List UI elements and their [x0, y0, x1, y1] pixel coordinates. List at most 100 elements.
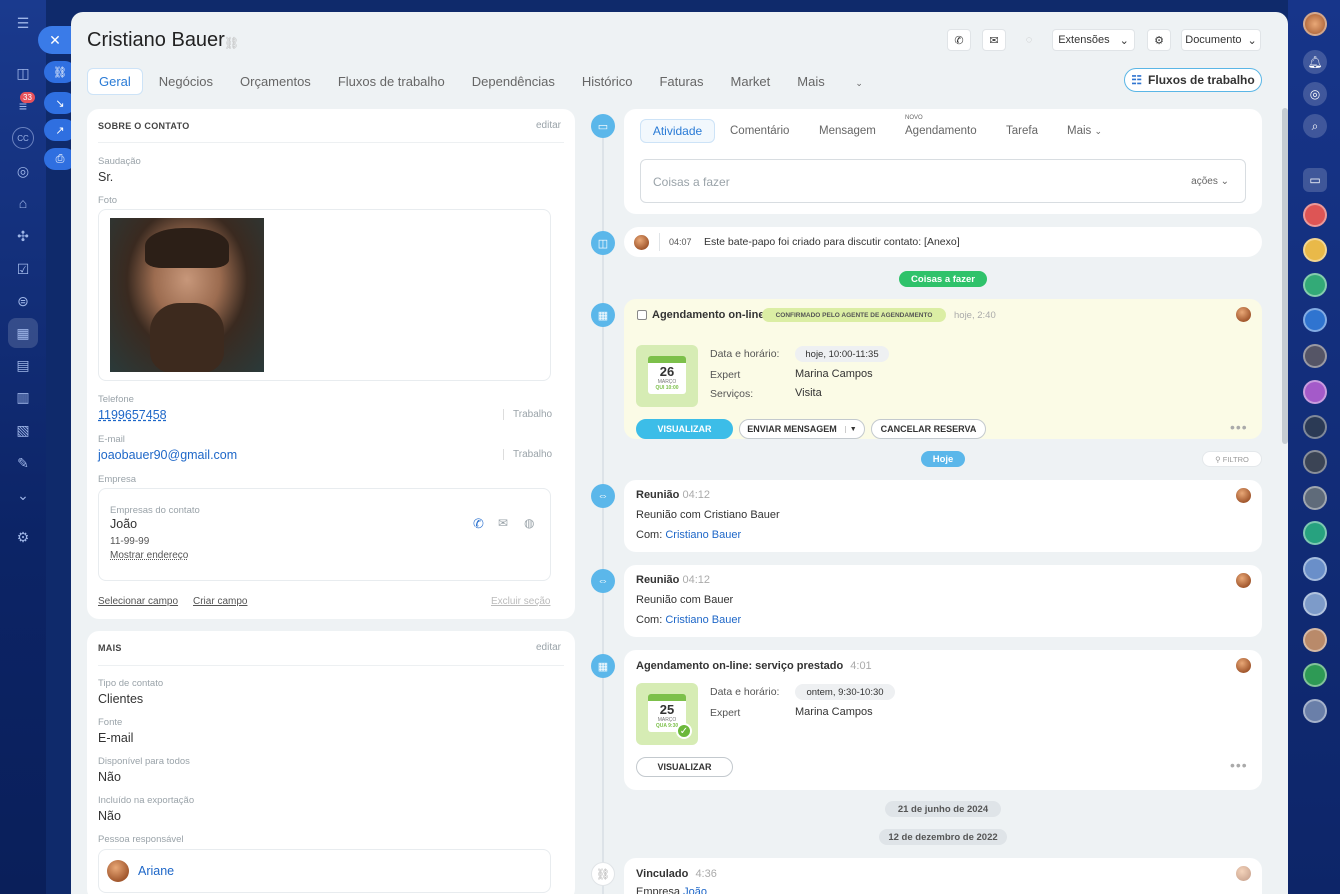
- gear-icon[interactable]: ⚙: [12, 526, 34, 548]
- chat-avatar[interactable]: [1303, 203, 1327, 227]
- show-address-link[interactable]: Mostrar endereço: [110, 550, 188, 561]
- chat-avatar[interactable]: [1303, 450, 1327, 474]
- close-button[interactable]: ✕: [38, 26, 72, 54]
- bell-icon[interactable]: 🔔︎: [1303, 50, 1327, 74]
- tab-more[interactable]: Mais ⌄: [1067, 125, 1102, 137]
- chat-avatar[interactable]: [1303, 663, 1327, 687]
- chart-icon[interactable]: ▥: [12, 386, 34, 408]
- chat-icon[interactable]: ◌: [1017, 29, 1041, 51]
- actions-dropdown[interactable]: ações ⌄: [1191, 176, 1229, 187]
- puzzle-icon[interactable]: ✣: [12, 225, 34, 247]
- avatar: [1236, 307, 1251, 322]
- chat-avatar[interactable]: [1303, 273, 1327, 297]
- store-icon[interactable]: ▤: [12, 354, 34, 376]
- cancel-booking-button[interactable]: CANCELAR RESERVA: [871, 419, 986, 439]
- chat-avatar[interactable]: [1303, 628, 1327, 652]
- contact-type-label: Tipo de contato: [98, 678, 164, 689]
- chat-avatar[interactable]: [1303, 486, 1327, 510]
- tab-message[interactable]: Mensagem: [819, 125, 876, 137]
- mail-icon[interactable]: ✉: [982, 29, 1006, 51]
- phone-value[interactable]: 1199657458: [98, 408, 167, 422]
- expert-link[interactable]: Marina Campos: [795, 368, 873, 380]
- chat-avatar[interactable]: [1303, 344, 1327, 368]
- create-field-link[interactable]: Criar campo: [193, 596, 247, 607]
- filter-button[interactable]: ⚲ FILTRO: [1202, 451, 1262, 467]
- todo-input[interactable]: Coisas a fazer ações ⌄: [640, 159, 1246, 203]
- tab-task[interactable]: Tarefa: [1006, 125, 1038, 137]
- company-name[interactable]: João: [110, 517, 137, 531]
- document-icon[interactable]: ▧: [12, 419, 34, 441]
- send-message-button[interactable]: ENVIAR MENSAGEM ▼: [739, 419, 865, 439]
- email-value[interactable]: joaobauer90@gmail.com: [98, 448, 237, 462]
- chat-avatar[interactable]: [1303, 238, 1327, 262]
- robot-icon[interactable]: ⊜: [12, 290, 34, 312]
- chat-avatar[interactable]: [1303, 415, 1327, 439]
- cart-icon[interactable]: ⌂: [12, 192, 34, 214]
- contact-photo[interactable]: [110, 218, 264, 372]
- tab-activity[interactable]: Atividade: [640, 119, 715, 143]
- tab-booking[interactable]: Agendamento: [905, 125, 977, 137]
- sign-icon[interactable]: ✎: [12, 452, 34, 474]
- more-icon[interactable]: •••: [1230, 757, 1248, 773]
- workflows-button[interactable]: ☷ Fluxos de trabalho: [1124, 68, 1262, 92]
- link-icon[interactable]: ⛓: [224, 36, 239, 50]
- extensions-dropdown[interactable]: Extensões ⌄: [1052, 29, 1135, 51]
- edit-link[interactable]: editar: [536, 642, 561, 653]
- phone-icon[interactable]: ✆: [947, 29, 971, 51]
- mail-icon[interactable]: ✉: [498, 516, 508, 530]
- export-value: Não: [98, 809, 121, 823]
- more-icon[interactable]: •••: [1230, 419, 1248, 435]
- right-sidebar: 🔔︎ ◎ ⌕ ▭: [1288, 0, 1340, 894]
- calendar-icon[interactable]: ▦: [8, 318, 38, 348]
- tab-dependencias[interactable]: Dependências: [472, 74, 555, 89]
- contacts-icon[interactable]: ▭: [1303, 168, 1327, 192]
- left-sidebar: ☰ ◫ ≡ 33 CC ◎ ⌂ ✣ ☑ ⊜ ▦ ▤ ▥ ▧ ✎ ⌄ ⚙: [0, 0, 46, 894]
- tab-market[interactable]: Market: [731, 74, 771, 89]
- chat-icon[interactable]: ◍: [524, 516, 534, 530]
- menu-icon[interactable]: ☰: [12, 12, 34, 34]
- with-link[interactable]: Cristiano Bauer: [665, 529, 741, 541]
- tab-comment[interactable]: Comentário: [730, 125, 789, 137]
- chat-time: 04:07: [669, 237, 692, 247]
- target-icon[interactable]: ◎: [12, 160, 34, 182]
- meeting-link[interactable]: Reunião com Bauer: [636, 594, 733, 606]
- company-link[interactable]: João: [683, 886, 707, 894]
- chat-avatar[interactable]: [1303, 521, 1327, 545]
- chat-avatar[interactable]: [1303, 592, 1327, 616]
- target-icon[interactable]: ◎: [1303, 82, 1327, 106]
- tasks-icon[interactable]: ☑: [12, 258, 34, 280]
- avatar[interactable]: CC: [12, 127, 34, 149]
- with-link[interactable]: Cristiano Bauer: [665, 614, 741, 626]
- user-avatar[interactable]: [1303, 12, 1327, 36]
- tab-historico[interactable]: Histórico: [582, 74, 633, 89]
- tab-fluxos[interactable]: Fluxos de trabalho: [338, 74, 445, 89]
- chat-avatar[interactable]: [1303, 308, 1327, 332]
- gear-icon[interactable]: ⚙: [1147, 29, 1171, 51]
- tab-orcamentos[interactable]: Orçamentos: [240, 74, 311, 89]
- delete-section-link[interactable]: Excluir seção: [491, 596, 550, 607]
- scrollbar[interactable]: [1282, 108, 1288, 444]
- chevron-down-icon[interactable]: ⌄: [12, 484, 34, 506]
- date-value: ontem, 9:30-10:30: [795, 684, 895, 700]
- chat-avatar[interactable]: [1303, 380, 1327, 404]
- document-dropdown[interactable]: Documento ⌄: [1181, 29, 1261, 51]
- tab-mais[interactable]: Mais ⌄: [797, 74, 890, 89]
- edit-link[interactable]: editar: [536, 120, 561, 131]
- task-checkbox[interactable]: [637, 310, 647, 320]
- select-field-link[interactable]: Selecionar campo: [98, 596, 178, 607]
- view-button[interactable]: VISUALIZAR: [636, 419, 733, 439]
- expert-link[interactable]: Marina Campos: [795, 706, 873, 718]
- tab-geral[interactable]: Geral: [87, 68, 143, 95]
- view-button[interactable]: VISUALIZAR: [636, 757, 733, 777]
- phone-icon[interactable]: ✆: [473, 516, 484, 532]
- responsible-name[interactable]: Ariane: [138, 864, 174, 878]
- chat-avatar[interactable]: [1303, 699, 1327, 723]
- services-link[interactable]: Visita: [795, 387, 822, 399]
- search-chat-icon[interactable]: ⌕: [1303, 114, 1327, 138]
- company-label: Empresa: [636, 886, 681, 894]
- chat-avatar[interactable]: [1303, 557, 1327, 581]
- tab-negocios[interactable]: Negócios: [159, 74, 213, 89]
- tab-faturas[interactable]: Faturas: [659, 74, 703, 89]
- chat-icon[interactable]: ◫: [12, 62, 34, 84]
- meeting-link[interactable]: Reunião com Cristiano Bauer: [636, 509, 780, 521]
